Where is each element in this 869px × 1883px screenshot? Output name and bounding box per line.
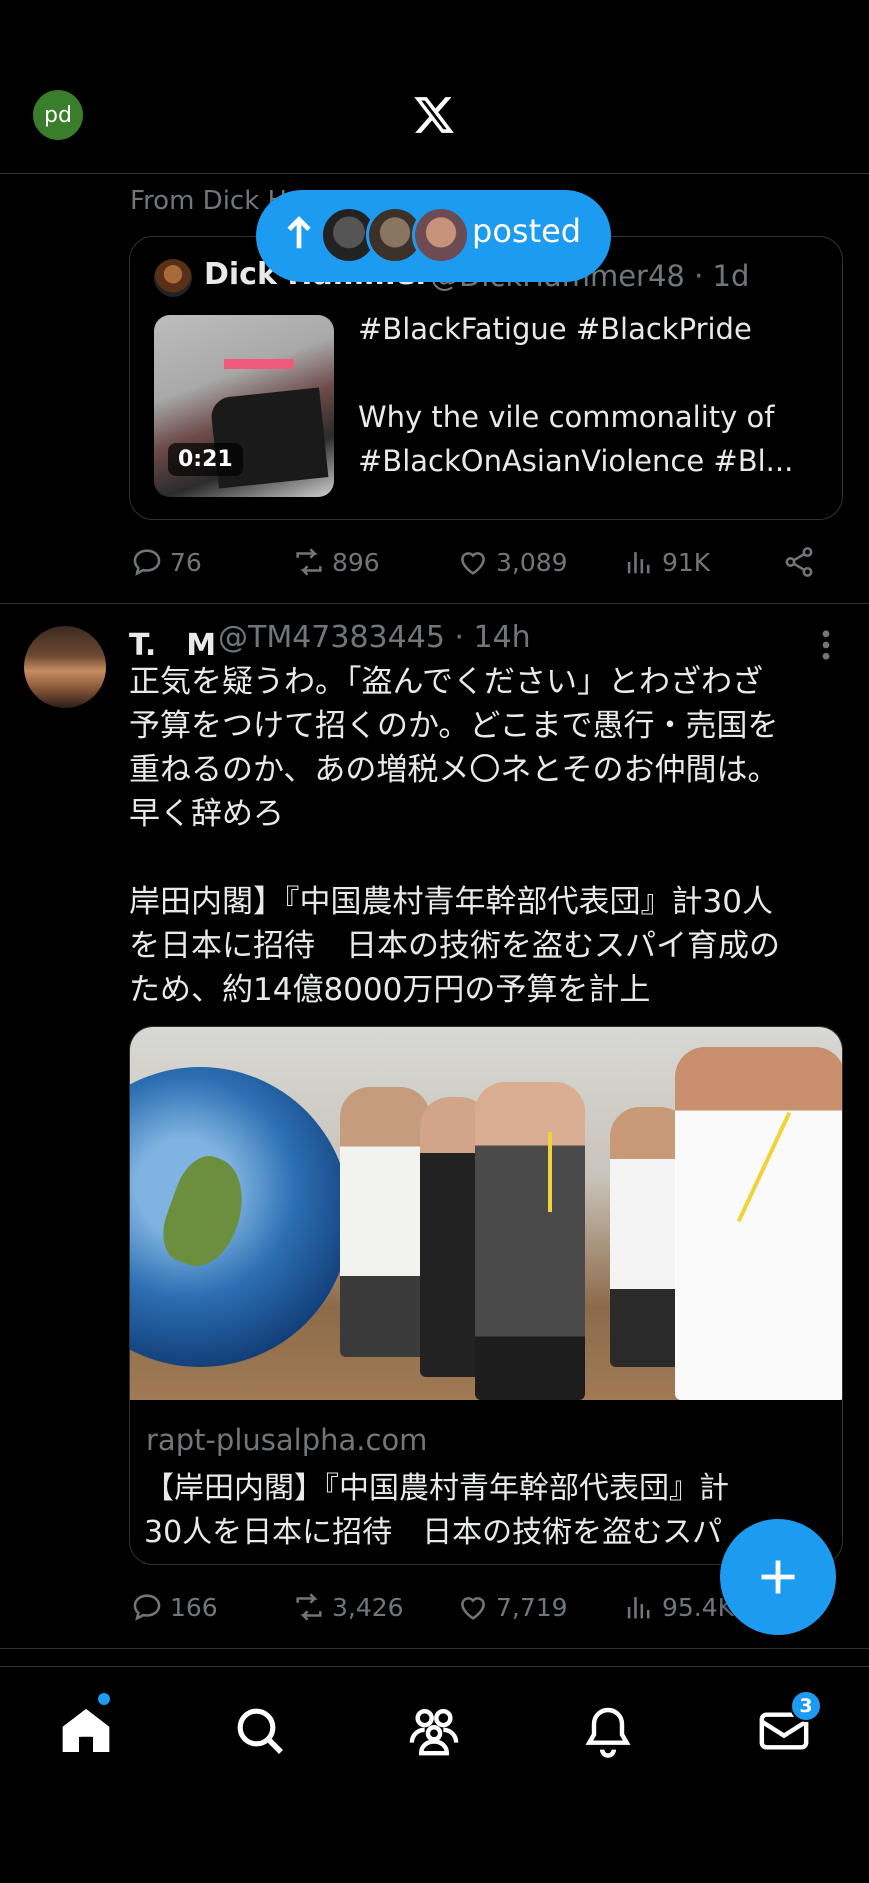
- reply-icon: [133, 549, 161, 576]
- tweet-divider: [0, 1648, 869, 1649]
- poster-avatar: [412, 206, 470, 264]
- posted-label: posted: [472, 212, 582, 250]
- link-title-line: 【岸田内閣】『中国農村青年幹部代表団』計: [144, 1471, 729, 1506]
- notifications-icon: [585, 1707, 631, 1758]
- heart-icon: [461, 1597, 485, 1620]
- globe-illustration: [130, 1067, 350, 1367]
- link-domain: rapt-plusalpha.com: [146, 1423, 428, 1457]
- quoted-tweet-text: #BlackFatigue #BlackPride Why the vile c…: [358, 307, 828, 483]
- more-options-icon[interactable]: [820, 630, 832, 660]
- share-icon: [785, 547, 813, 577]
- tweet-text-line: 重ねるのか、あの増税メ〇ネとそのお仲間は。: [129, 752, 779, 788]
- quoted-video-thumbnail[interactable]: 0:21: [154, 315, 334, 497]
- x-logo-icon[interactable]: [410, 93, 458, 137]
- repost-count: 896: [332, 547, 380, 577]
- repost-count: 3,426: [332, 1592, 404, 1622]
- video-duration-badge: 0:21: [168, 443, 243, 476]
- quoted-text-line: #BlackOnAsianViolence #Bl...: [358, 444, 794, 478]
- like-button[interactable]: 3,089: [456, 545, 568, 579]
- home-unread-dot: [98, 1693, 110, 1705]
- reply-icon: [133, 1594, 161, 1621]
- thumbnail-detail: [224, 359, 294, 369]
- tweet-text: 正気を疑うわ。「盗んでください」とわざわざ 予算をつけて招くのか。どこまで愚行・…: [129, 660, 849, 1012]
- new-posts-pill[interactable]: posted: [256, 190, 611, 282]
- views-button[interactable]: 91K: [622, 545, 710, 579]
- plus-icon: [761, 1560, 795, 1594]
- search-icon: [237, 1708, 283, 1754]
- tweet-text-line: ため、約14億8000万円の予算を計上: [129, 972, 651, 1008]
- author-avatar[interactable]: [24, 626, 106, 708]
- repost-icon: [296, 1593, 322, 1621]
- repost-button[interactable]: 896: [292, 545, 380, 579]
- nav-search[interactable]: [232, 1703, 288, 1759]
- home-icon: [62, 1708, 110, 1752]
- repost-button[interactable]: 3,426: [292, 1590, 404, 1624]
- communities-icon: [409, 1708, 459, 1756]
- repost-icon: [296, 548, 322, 576]
- views-icon: [627, 1597, 650, 1619]
- nav-notifications[interactable]: [580, 1703, 636, 1759]
- reply-button[interactable]: 166: [130, 1590, 218, 1624]
- view-count: 91K: [662, 547, 711, 577]
- lanyard: [548, 1132, 552, 1212]
- person-figure: [475, 1082, 585, 1400]
- tweet-text-line: 岸田内閣】『中国農村青年幹部代表団』計30人: [129, 884, 773, 920]
- profile-avatar[interactable]: pd: [33, 90, 83, 140]
- quoted-text-line: #BlackFatigue #BlackPride: [358, 312, 752, 346]
- reply-button[interactable]: 76: [130, 545, 202, 579]
- top-header: pd: [0, 0, 869, 174]
- heart-icon: [461, 552, 485, 575]
- tweet-text-line: [129, 836, 849, 880]
- messages-badge: 3: [790, 1690, 822, 1722]
- globe-land: [153, 1148, 257, 1276]
- quoted-text-line: [358, 351, 828, 395]
- share-button[interactable]: [782, 545, 816, 579]
- tweet-text-line: 予算をつけて招くのか。どこまで愚行・売国を: [129, 708, 779, 744]
- like-button[interactable]: 7,719: [456, 1590, 568, 1624]
- like-count: 7,719: [496, 1592, 568, 1622]
- link-preview-image: [130, 1027, 842, 1400]
- compose-post-button[interactable]: [720, 1519, 836, 1635]
- reply-count: 166: [170, 1592, 218, 1622]
- tweet-text-line: を日本に招待 日本の技術を盗むスパイ育成の: [129, 928, 780, 964]
- tweet-divider: [0, 603, 869, 604]
- views-icon: [627, 552, 650, 574]
- nav-communities[interactable]: [406, 1703, 462, 1759]
- tweet-text-line: 早く辞めろ: [129, 796, 284, 832]
- tweet1-action-bar: 76 896 3,089 91K: [130, 545, 830, 585]
- author-name[interactable]: T. M: [129, 620, 216, 664]
- bottom-navigation: [0, 1666, 869, 1883]
- quoted-author-avatar: [154, 259, 192, 297]
- person-figure: [675, 1047, 842, 1400]
- views-button[interactable]: 95.4K: [622, 1590, 734, 1624]
- tweet-text-line: 正気を疑うわ。「盗んでください」とわざわざ: [129, 664, 763, 700]
- person-figure: [340, 1087, 430, 1357]
- reply-count: 76: [170, 547, 202, 577]
- link-preview-card[interactable]: rapt-plusalpha.com 【岸田内閣】『中国農村青年幹部代表団』計 …: [129, 1026, 843, 1565]
- quoted-text-line: Why the vile commonality of: [358, 400, 775, 434]
- author-handle: @TM47383445 · 14h: [218, 620, 531, 655]
- arrow-up-icon: [287, 216, 311, 249]
- like-count: 3,089: [496, 547, 568, 577]
- nav-home[interactable]: [58, 1703, 114, 1759]
